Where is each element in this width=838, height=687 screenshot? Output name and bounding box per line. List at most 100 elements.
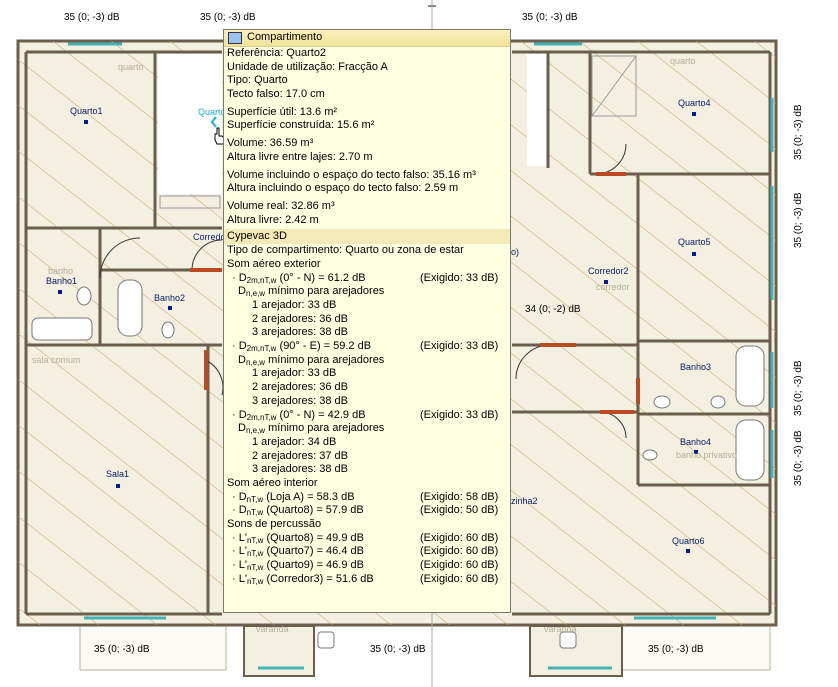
tooltip-title: Compartimento xyxy=(247,31,323,44)
dimension-label-right-low1: 35 (0; -3) dB xyxy=(793,360,804,416)
use-label-varanda-a: varanda xyxy=(256,624,289,634)
room-label-quarto4[interactable]: Quarto4 xyxy=(678,98,711,108)
room-marker-quarto1 xyxy=(84,120,88,124)
tt-p1: · L'nT,w (Quarto8) = 49.9 dB (Exigido: 60… xyxy=(232,531,499,545)
tt-p2: · L'nT,w (Quarto7) = 46.4 dB (Exigido: 60… xyxy=(232,545,499,559)
tt-a2-3: 3 arejadores: 38 dB xyxy=(252,394,349,407)
room-marker-quarto5 xyxy=(692,252,696,256)
tt-d2: · D2m,nT,w (90° - E) = 59.2 dB (Exigido: … xyxy=(232,340,499,354)
dimension-label-bottom-left: 35 (0; -3) dB xyxy=(94,644,150,655)
dimension-label-bottom-right: 35 (0; -3) dB xyxy=(648,644,704,655)
room-marker-quarto6 xyxy=(686,549,690,553)
tt-d2-val: (90° - E) = 59.2 dB xyxy=(279,340,372,353)
tt-a1-3: 3 arejadores: 38 dB xyxy=(252,326,349,339)
dimension-label-right-top: 35 (0; -3) dB xyxy=(793,104,804,160)
dimension-label-top-left: 35 (0; -3) dB xyxy=(64,12,120,23)
room-label-banho3[interactable]: Banho3 xyxy=(680,362,711,372)
tt-alt-livre: Altura livre: 2.42 m xyxy=(227,213,319,226)
tt-p1-val: (Quarto8) = 49.9 dB xyxy=(266,531,364,544)
room-label-partial: o) xyxy=(511,247,520,257)
room-label-quarto6[interactable]: Quarto6 xyxy=(672,536,705,546)
dimension-label-bottom-center: 35 (0; -3) dB xyxy=(370,644,426,655)
tt-p1-req: (Exigido: 60 dB) xyxy=(420,531,499,544)
tt-alt-tecto: Altura incluindo o espaço do tecto falso… xyxy=(227,182,459,195)
room-icon xyxy=(228,32,242,44)
tt-vol-real: Volume real: 32.86 m³ xyxy=(227,199,335,212)
tt-som-ext: Som aéreo exterior xyxy=(227,257,321,270)
use-label-varanda-b: varanda xyxy=(544,624,577,634)
dimension-label-top-right: 35 (0; -3) dB xyxy=(522,12,578,23)
tt-p2-val: (Quarto7) = 46.4 dB xyxy=(266,545,364,558)
tt-dmin3-label: mínimo para arejadores xyxy=(268,422,385,435)
tt-d1: · D2m,nT,w (0° - N) = 61.2 dB (Exigido: 3… xyxy=(232,271,499,285)
tt-referencia: Referência: Quarto2 xyxy=(227,47,327,59)
tt-a3-3: 3 arejadores: 38 dB xyxy=(252,463,349,476)
tt-p3: · L'nT,w (Quarto9) = 46.9 dB (Exigido: 60… xyxy=(232,559,499,573)
room-marker-banho2 xyxy=(168,306,172,310)
room-label-banho2[interactable]: Banho2 xyxy=(154,293,185,303)
tt-d3-req: (Exigido: 33 dB) xyxy=(420,408,499,421)
room-label-banho4[interactable]: Banho4 xyxy=(680,437,711,447)
tt-d2-req: (Exigido: 33 dB) xyxy=(420,340,499,353)
tooltip-header: Compartimento xyxy=(224,30,510,47)
room-label-banho1[interactable]: Banho1 xyxy=(46,276,77,286)
use-label-quarto-b: quarto xyxy=(670,56,696,66)
tt-sup-util: Superfície útil: 13.6 m² xyxy=(227,105,338,118)
tt-d3: · D2m,nT,w (0° - N) = 42.9 dB (Exigido: 3… xyxy=(232,408,499,422)
tt-sons-perc: Sons de percussão xyxy=(227,518,322,530)
tt-volume: Volume: 36.59 m³ xyxy=(227,137,314,150)
tt-som-int: Som aéreo interior xyxy=(227,476,318,489)
dimension-label-right-mid: 35 (0; -3) dB xyxy=(793,192,804,248)
room-info-tooltip: Compartimento Referência: Quarto2 Unidad… xyxy=(223,29,511,613)
tt-a1-2: 2 arejadores: 36 dB xyxy=(252,312,349,325)
tt-p4: · L'nT,w (Corredor3) = 51.6 dB (Exigido: … xyxy=(232,572,499,586)
room-marker-banho1 xyxy=(58,290,62,294)
use-label-sala-comum: sala comum xyxy=(32,355,81,365)
room-label-cozinha2[interactable]: zinha2 xyxy=(511,496,538,506)
dimension-label-top-center: 35 (0; -3) dB xyxy=(200,12,256,23)
room-label-sala1[interactable]: Sala1 xyxy=(106,469,129,479)
tt-dmin1-label: mínimo para arejadores xyxy=(268,285,385,298)
use-label-banho: banho xyxy=(48,266,74,276)
tt-i1-val: (Loja A) = 58.3 dB xyxy=(266,490,355,503)
tt-p4-req: (Exigido: 60 dB) xyxy=(420,572,499,585)
tt-i1: · DnT,w (Loja A) = 58.3 dB (Exigido: 58 d… xyxy=(232,490,499,504)
dimension-label-interior: 34 (0; -2) dB xyxy=(525,304,581,315)
room-label-corredor2[interactable]: Corredor2 xyxy=(588,266,629,276)
tt-p3-req: (Exigido: 60 dB) xyxy=(420,559,499,572)
tt-altura-lajes: Altura livre entre lajes: 2.70 m xyxy=(227,150,373,163)
tt-dmin1: Dn,e,w mínimo para arejadores xyxy=(238,285,385,299)
tt-a2-1: 1 arejador: 33 dB xyxy=(252,367,337,380)
tt-tipo-comp: Tipo de compartimento: Quarto ou zona de… xyxy=(227,244,464,257)
tt-tecto: Tecto falso: 17.0 cm xyxy=(227,88,325,101)
tt-section-header: Cypevac 3D xyxy=(224,229,510,245)
use-label-quarto-a: quarto xyxy=(118,62,144,72)
tt-p2-req: (Exigido: 60 dB) xyxy=(420,545,499,558)
room-label-quarto1[interactable]: Quarto1 xyxy=(70,106,103,116)
tt-p4-val: (Corredor3) = 51.6 dB xyxy=(266,572,374,585)
tt-a3-2: 2 arejadores: 37 dB xyxy=(252,449,349,462)
room-marker-quarto4 xyxy=(692,112,696,116)
tt-dmin2-label: mínimo para arejadores xyxy=(268,353,385,366)
use-label-banho-privativo: banho privativo xyxy=(676,450,738,460)
tt-d1-req: (Exigido: 33 dB) xyxy=(420,271,499,284)
dimension-label-right-low2: 35 (0; -3) dB xyxy=(793,430,804,486)
tt-i2-req: (Exigido: 50 dB) xyxy=(420,504,499,517)
tt-a2-2: 2 arejadores: 36 dB xyxy=(252,381,349,394)
room-marker-sala1 xyxy=(116,484,120,488)
tt-p3-val: (Quarto9) = 46.9 dB xyxy=(266,559,364,572)
tt-dmin3: Dn,e,w mínimo para arejadores xyxy=(238,422,385,436)
tt-tipo: Tipo: Quarto xyxy=(227,74,288,87)
tt-a3-1: 1 arejador: 34 dB xyxy=(252,435,337,448)
tt-i2: · DnT,w (Quarto8) = 57.9 dB (Exigido: 50 … xyxy=(232,504,499,518)
tt-dmin2: Dn,e,w mínimo para arejadores xyxy=(238,353,385,367)
use-label-corredor: corredor xyxy=(596,282,630,292)
tt-vol-tecto: Volume incluindo o espaço do tecto falso… xyxy=(227,168,476,181)
tt-sup-constr: Superfície construída: 15.6 m² xyxy=(227,119,375,132)
tt-i1-req: (Exigido: 58 dB) xyxy=(420,490,499,503)
room-label-quarto5[interactable]: Quarto5 xyxy=(678,237,711,247)
tt-d3-val: (0° - N) = 42.9 dB xyxy=(279,408,366,421)
tt-d1-val: (0° - N) = 61.2 dB xyxy=(279,271,366,284)
tt-unidade: Unidade de utilização: Fracção A xyxy=(227,60,388,73)
tt-i2-val: (Quarto8) = 57.9 dB xyxy=(266,504,364,517)
